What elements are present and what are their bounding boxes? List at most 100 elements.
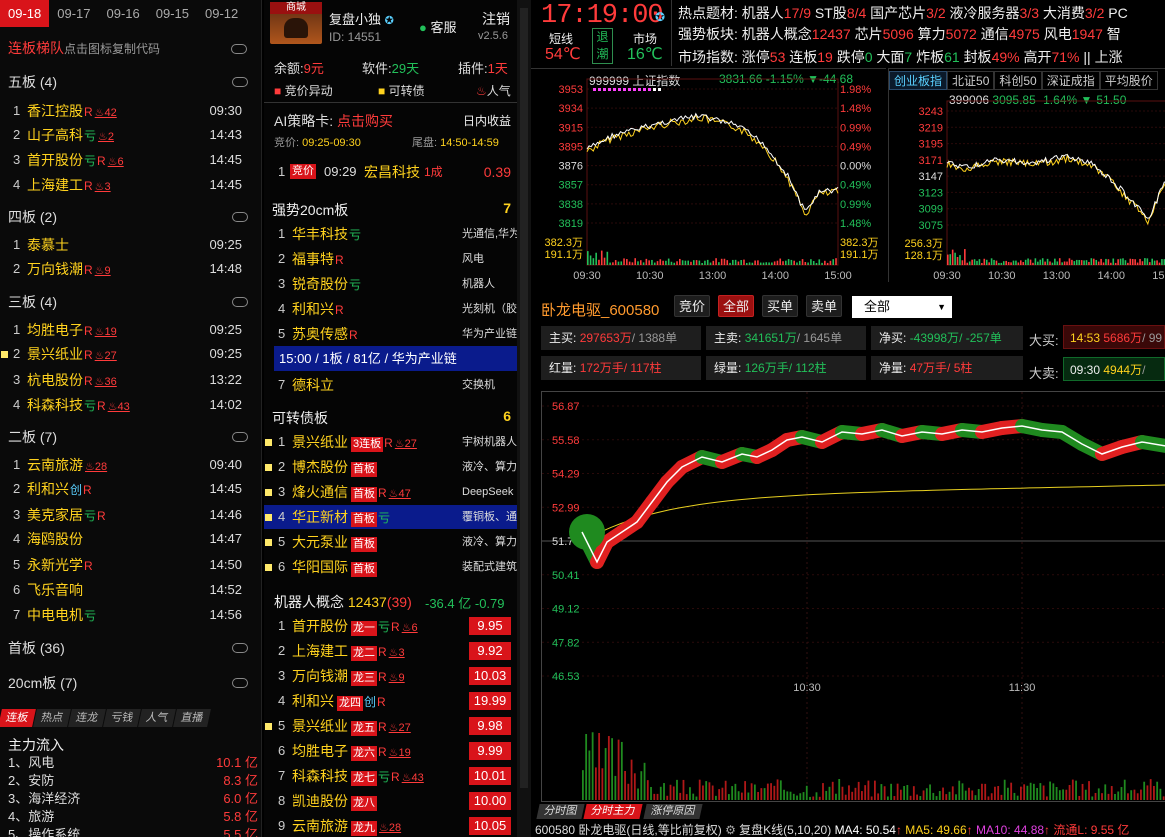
flow-row[interactable]: 2、安防 8.3 亿 xyxy=(8,772,258,789)
store-logo[interactable]: 商城 xyxy=(270,2,322,44)
fire-icon[interactable]: ♨28 xyxy=(379,822,401,834)
header-item[interactable]: 连板19 xyxy=(789,49,836,65)
stock-row[interactable]: 3 美克家居亏R 14:46 xyxy=(0,503,262,527)
header-item[interactable]: 算力5072 xyxy=(918,26,981,42)
header-item[interactable]: 机器人概念12437 xyxy=(742,26,855,42)
stock-row[interactable]: 5 永新光学R 14:50 xyxy=(0,553,262,577)
tab-popular[interactable]: 人气 xyxy=(138,709,176,727)
fire-icon[interactable]: ♨27 xyxy=(395,438,417,450)
fire-icon[interactable]: ♨43 xyxy=(402,772,424,784)
robot-row[interactable]: 5 景兴纸业 龙五 R ♨27 9.98 xyxy=(264,714,517,738)
cloud-icon[interactable] xyxy=(232,643,248,653)
fire-icon[interactable]: ♨9 xyxy=(389,672,405,684)
header-item[interactable]: 国产芯片3/2 xyxy=(870,5,949,21)
stock-row[interactable]: 4 上海建工R ♨3 14:45 xyxy=(0,173,262,197)
header-item[interactable]: 跌停0 xyxy=(837,49,877,65)
header-item[interactable]: 智 xyxy=(1107,26,1121,42)
stock-row[interactable]: 3 杭电股份R ♨36 13:22 xyxy=(0,368,262,392)
bond-row[interactable]: 4 华正新材 首板亏 覆铜板、通 xyxy=(264,505,517,529)
tab-hot[interactable]: 热点 xyxy=(33,709,71,727)
sh-index-chart[interactable]: 999999 上证指数 3831.66 -1.15% ▼-44.68 3953 3… xyxy=(531,68,886,282)
bond-row[interactable]: 5 大元泵业 首板 液冷、算力 xyxy=(264,530,517,554)
group-20cm[interactable]: 20cm板 (7) xyxy=(0,671,262,695)
intraday-chart[interactable]: 56.87 55.58 54.29 52.99 51.7 50.41 49.12 47.82 4… xyxy=(541,391,1165,802)
header-item[interactable]: 高开71% xyxy=(1023,49,1083,65)
date-tab-2[interactable]: 09-16 xyxy=(99,0,148,27)
fire-icon[interactable]: ♨19 xyxy=(95,326,117,338)
group-header[interactable]: 四板 (2) xyxy=(0,205,262,229)
fire-icon[interactable]: ♨6 xyxy=(108,156,124,168)
bond-row[interactable]: 1 景兴纸业 3连板 R ♨27 宇树机器人 xyxy=(264,430,517,454)
strong-row[interactable]: 5 苏奥传感R 华为产业链 xyxy=(264,322,517,346)
strong-row[interactable]: 3 锐奇股份亏 机器人 xyxy=(264,272,517,296)
bond-row[interactable]: 6 华阳国际 首板 装配式建筑 xyxy=(264,555,517,579)
fire-icon[interactable]: ♨2 xyxy=(98,131,114,143)
header-item[interactable]: 封板49% xyxy=(964,49,1024,65)
cloud-icon[interactable] xyxy=(232,77,248,87)
buy-link[interactable]: 点击购买 xyxy=(337,113,393,129)
group-first-board[interactable]: 首板 (36) xyxy=(0,636,262,660)
header-item[interactable]: 液冷服务器3/3 xyxy=(950,5,1043,21)
header-item[interactable]: 炸板61 xyxy=(916,49,963,65)
stock-row[interactable]: 3 首开股份亏R ♨6 14:45 xyxy=(0,148,262,172)
fire-icon[interactable]: ♨19 xyxy=(389,747,411,759)
stock-row[interactable]: 1 均胜电子R ♨19 09:25 xyxy=(0,318,262,342)
robot-row[interactable]: 2 上海建工 龙二 R ♨3 9.92 xyxy=(264,639,517,663)
tab-kuiqian[interactable]: 亏钱 xyxy=(103,709,141,727)
cy-index-chart[interactable]: 创业板指 北证50 科创50 深证成指 平均股价 399006 3095.85 … xyxy=(888,68,1165,282)
strong-banner[interactable]: 15:00 / 1板 / 81亿 / 华为产业链 xyxy=(274,346,517,371)
fire-icon[interactable]: ♨27 xyxy=(95,350,117,362)
strong-row[interactable]: 1 华丰科技亏 光通信,华为 xyxy=(264,222,517,246)
fire-icon[interactable]: ♨3 xyxy=(389,647,405,659)
header-item[interactable]: 大消费3/2 xyxy=(1043,5,1108,21)
date-tab-1[interactable]: 09-17 xyxy=(49,0,98,27)
header-item[interactable]: 大面7 xyxy=(876,49,916,65)
fire-icon[interactable]: ♨9 xyxy=(95,265,111,277)
stock-row[interactable]: 1 香江控股R ♨42 09:30 xyxy=(0,99,262,123)
fire-icon[interactable]: ♨28 xyxy=(85,461,107,473)
robot-row[interactable]: 3 万向钱潮 龙三 R ♨9 10.03 xyxy=(264,664,517,688)
tab-live[interactable]: 直播 xyxy=(173,709,211,727)
fire-icon[interactable]: ♨43 xyxy=(108,401,130,413)
header-item[interactable]: 风电1947 xyxy=(1044,26,1107,42)
header-item[interactable]: PC xyxy=(1108,5,1127,21)
stock-row[interactable]: 4 科森科技亏R ♨43 14:02 xyxy=(0,393,262,417)
tab-lianlong[interactable]: 连龙 xyxy=(68,709,106,727)
header-item[interactable]: 芯片5096 xyxy=(855,26,918,42)
header-item[interactable]: ST股8/4 xyxy=(815,5,870,21)
tab-timeshare-main[interactable]: 分时主力 xyxy=(583,804,643,819)
flow-row[interactable]: 5、操作系统 5.5 亿 xyxy=(8,826,258,837)
stock-row[interactable]: 1 云南旅游 ♨28 09:40 xyxy=(0,453,262,477)
stock-row[interactable]: 6 飞乐音响 14:52 xyxy=(0,578,262,602)
date-tab-0[interactable]: 09-18 xyxy=(0,0,50,27)
auction-row[interactable]: 1 竞价 09:29 宏昌科技 1成 0.39 xyxy=(264,160,517,184)
fire-icon[interactable]: ♨27 xyxy=(389,722,411,734)
robot-row[interactable]: 1 首开股份 龙一 亏R ♨6 9.95 xyxy=(264,614,517,638)
stock-row[interactable]: 2 利和兴创R 14:45 xyxy=(0,477,262,501)
fire-icon[interactable]: ♨47 xyxy=(389,488,411,500)
robot-row[interactable]: 7 科森科技 龙七 亏R ♨43 10.01 xyxy=(264,764,517,788)
vertical-scrollbar[interactable] xyxy=(517,0,531,837)
bond-row[interactable]: 3 烽火通信 首板 R ♨47 DeepSeek xyxy=(264,480,517,504)
stock-row[interactable]: 2 山子高科亏 ♨2 14:43 xyxy=(0,123,262,147)
group-header[interactable]: 二板 (7) xyxy=(0,425,262,449)
flow-row[interactable]: 1、风电 10.1 亿 xyxy=(8,754,258,771)
stock-row[interactable]: 4 海鸥股份 14:47 xyxy=(0,527,262,551)
stock-row[interactable]: 2 景兴纸业R ♨27 09:25 xyxy=(0,342,262,366)
header-item[interactable]: 通信4975 xyxy=(981,26,1044,42)
stock-row[interactable]: 2 万向钱潮R ♨9 14:48 xyxy=(0,257,262,281)
bond-row[interactable]: 2 博杰股份 首板 液冷、算力 xyxy=(264,455,517,479)
strong-row[interactable]: 2 福事特R 风电 xyxy=(264,247,517,271)
service-button[interactable]: ● 客服 xyxy=(419,17,457,36)
header-item[interactable]: || 上涨 xyxy=(1083,49,1122,65)
cloud-icon[interactable] xyxy=(232,432,248,442)
strong-row-7[interactable]: 7 德科立 交换机 xyxy=(264,373,517,397)
cloud-icon[interactable] xyxy=(232,297,248,307)
fire-icon[interactable]: ♨6 xyxy=(402,622,418,634)
logout-button[interactable]: 注销 xyxy=(482,9,510,29)
robot-row[interactable]: 9 云南旅游 龙九 ♨28 10.05 xyxy=(264,814,517,837)
flow-row[interactable]: 3、海洋经济 6.0 亿 xyxy=(8,790,258,807)
robot-row[interactable]: 4 利和兴 龙四 创R 19.99 xyxy=(264,689,517,713)
robot-row[interactable]: 8 凯迪股份 龙八 10.00 xyxy=(264,789,517,813)
sell-orders-button[interactable]: 卖单 xyxy=(806,295,842,317)
